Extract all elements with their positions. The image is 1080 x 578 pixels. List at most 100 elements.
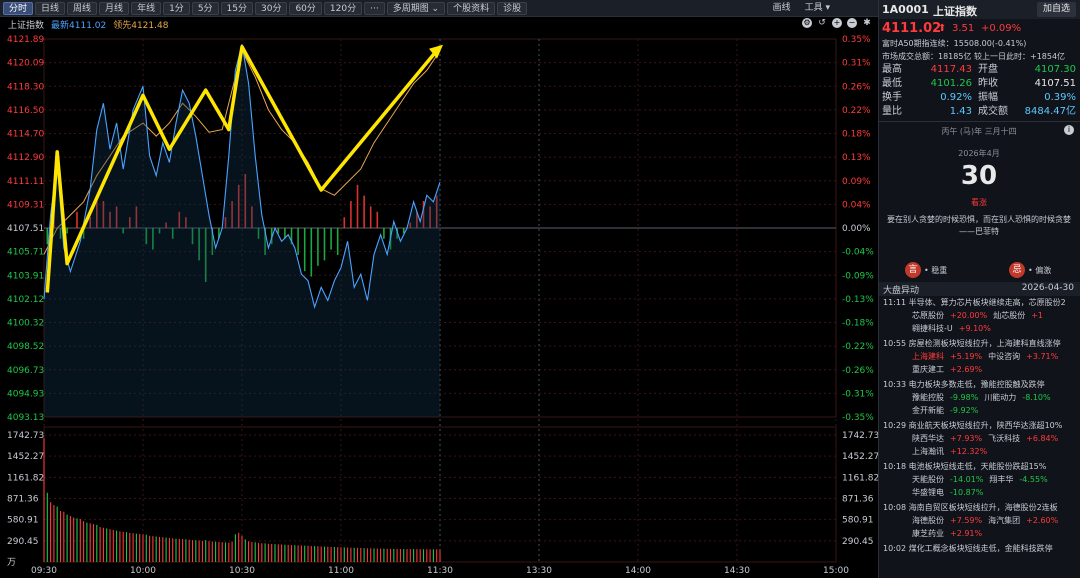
action-steady-label: • 稳重 xyxy=(924,265,948,275)
price-tick-label: 4093.13 xyxy=(7,413,44,423)
news-date: 2026-04-30 xyxy=(1021,283,1074,293)
pct-tick-label: -0.13% xyxy=(842,295,874,305)
legend-lead: 领先4121.48 xyxy=(113,21,169,31)
quote-value: 4101.26 xyxy=(930,78,972,89)
action-extreme-badge: 忌 xyxy=(1009,262,1025,278)
news-item[interactable]: 11:11 半导体、算力芯片板块继续走高，芯原股份2 芯原股份 +20.00% 灿芯股… xyxy=(879,296,1080,337)
quote-label: 量比 xyxy=(882,106,902,117)
tab-period[interactable]: 120分 xyxy=(323,2,363,15)
news-stock-line: 海德股份 +7.59% 海汽集团 +2.60% xyxy=(883,514,1080,527)
pct-tick-label: -0.35% xyxy=(842,413,874,423)
news-title: 大盘异动 xyxy=(883,286,920,296)
info-icon[interactable]: i xyxy=(1064,125,1074,135)
price-tick-label: 4103.91 xyxy=(7,271,44,281)
news-item[interactable]: 10:55 房屋检测板块短线拉升，上海建科直线涨停 上海建科 +5.19% 中设咨询 +… xyxy=(879,337,1080,378)
daily-quote: 要在别人贪婪的时候恐惧，而在别人恐惧的时候贪婪——巴菲特 xyxy=(887,215,1071,236)
news-headline: 10:33 电力板块多数走低，豫能控股触及跌停 xyxy=(883,380,1045,389)
period-tabs: 分时 日线 周线 月线 年线 1分 5分 15分 30分 60分 120分 ··· 多周期图 ⌄ 个股资料… xyxy=(3,2,528,15)
intraday-chart[interactable]: 4121.89 0.35% 4120.09 0.31% 4118.30 0.26% 4116… xyxy=(0,17,878,578)
news-headline: 10:08 海南自贸区板块短线拉升，海德股份2连板 xyxy=(883,503,1058,512)
news-stock-name: 海汽集团 xyxy=(988,516,1021,525)
news-stock-change: +2.60% xyxy=(1026,516,1059,525)
news-stock-change: +6.84% xyxy=(1026,434,1059,443)
news-stock-name: 川能动力 xyxy=(984,393,1017,402)
price-tick-label: 4098.52 xyxy=(7,342,44,352)
news-stock-line: 上海瀚讯 +12.32% xyxy=(883,445,1080,458)
price-tick-label: 4114.70 xyxy=(7,130,44,140)
time-tick-label: 13:30 xyxy=(526,566,552,576)
quote-value: 0.92% xyxy=(940,92,972,103)
quote-grid: 最高 4117.43 开盘 4107.30 最低 4101.26 昨收 4107.51 换手 0.… xyxy=(879,63,1080,119)
volume-tick-label-right: 1161.82 xyxy=(842,473,878,483)
news-stock-change: +20.00% xyxy=(950,311,988,320)
price-tick-label: 4111.11 xyxy=(7,177,44,187)
action-steady[interactable]: 言 • 稳重 xyxy=(905,262,947,278)
news-stock-line: 陕西华达 +7.93% 飞沃科技 +6.84% xyxy=(883,432,1080,445)
action-extreme-label: • 偏激 xyxy=(1028,265,1052,275)
sentiment-actions: 言 • 稳重 忌 • 偏激 xyxy=(879,259,1080,282)
news-item[interactable]: 10:02 煤化工概念板块短线走低，金能科技跌停 xyxy=(879,542,1080,557)
news-item[interactable]: 10:08 海南自贸区板块短线拉升，海德股份2连板 海德股份 +7.59% 海汽集团 +… xyxy=(879,501,1080,542)
tab-period[interactable]: 1分 xyxy=(163,2,190,15)
tab-period[interactable]: 年线 xyxy=(131,2,162,15)
news-stock-name: 陕西华达 xyxy=(912,434,944,443)
price-tick-label: 4100.32 xyxy=(7,319,44,329)
news-item[interactable]: 10:18 电池板块短线走低，天能股份跌超15% 天能股份 -14.01% 翔丰华 -4… xyxy=(879,460,1080,501)
tab-period[interactable]: 诊股 xyxy=(497,2,528,15)
action-extreme[interactable]: 忌 • 偏激 xyxy=(1009,262,1051,278)
pct-tick-label: -0.09% xyxy=(842,271,874,281)
zoom-in-icon[interactable]: + xyxy=(832,18,842,28)
news-stock-change: 上海建科 xyxy=(912,352,944,361)
news-stock-name: 重庆建工 xyxy=(912,365,944,374)
pct-tick-label: 0.22% xyxy=(842,106,871,116)
tab-period[interactable]: 15分 xyxy=(220,2,253,15)
pct-tick-label: 0.09% xyxy=(842,177,871,187)
news-item[interactable]: 10:33 电力板块多数走低，豫能控股触及跌停豫能控股 -9.98% 川能动力 -8.… xyxy=(879,378,1080,419)
tab-period[interactable]: 分时 xyxy=(3,2,34,15)
price-tick-label: 4094.93 xyxy=(7,389,44,399)
pct-tick-label: 0.00% xyxy=(842,224,871,234)
tab-period[interactable]: 多周期图 ⌄ xyxy=(386,2,446,15)
news-stock-change: -10.87% xyxy=(950,488,984,497)
zoom-out-icon[interactable]: − xyxy=(847,18,857,28)
stock-code: 1A0001 xyxy=(882,3,929,16)
price-change-pct: +0.09% xyxy=(981,23,1022,34)
news-item[interactable]: 10:29 商业航天板块短线拉升，陕西华达涨超10% 陕西华达 +7.93% 飞沃科技… xyxy=(879,419,1080,460)
tools-menu-button[interactable]: 工具 ▾ xyxy=(805,2,830,15)
news-stock-line: 华盛锂电 -10.87% xyxy=(883,486,1080,499)
tab-period[interactable]: ··· xyxy=(364,2,385,15)
tab-period[interactable]: 月线 xyxy=(99,2,130,15)
draw-line-button[interactable]: 画线 xyxy=(773,2,791,15)
tab-period[interactable]: 30分 xyxy=(255,2,288,15)
settings-icon[interactable]: ⚙ xyxy=(802,18,812,28)
stock-info-panel: 1A0001 上证指数 加自选 4111.02 ⬆ 3.51 +0.09% 富时… xyxy=(878,0,1080,578)
price-area-fill xyxy=(44,44,440,418)
price-tick-label: 4102.12 xyxy=(7,295,44,305)
news-stock-change: -14.01% xyxy=(950,475,984,484)
pct-tick-label: -0.18% xyxy=(842,319,874,329)
news-headline: 11:11 半导体、算力芯片板块继续走高，芯原股份2 xyxy=(883,298,1066,307)
tab-period[interactable]: 周线 xyxy=(67,2,98,15)
undo-icon[interactable]: ↺ xyxy=(817,18,827,28)
price-change: 3.51 xyxy=(952,23,975,34)
quote-value: 4117.43 xyxy=(930,64,972,75)
news-stock-name: 中设咨询 xyxy=(988,352,1021,361)
volume-tick-label-right: 1742.73 xyxy=(842,431,878,441)
tab-period[interactable]: 60分 xyxy=(289,2,322,15)
quote-label: 换手 xyxy=(882,92,902,103)
news-stock-change: +9.10% xyxy=(958,324,991,333)
news-stock-line: 豫能控股 -9.98% 川能动力 -8.10% xyxy=(883,391,1080,404)
price-tick-label: 4096.73 xyxy=(7,366,44,376)
time-tick-label: 14:30 xyxy=(724,566,750,576)
add-watchlist-button[interactable]: 加自选 xyxy=(1036,2,1076,17)
news-stock-change: -4.55% xyxy=(1019,475,1048,484)
pct-tick-label: 0.18% xyxy=(842,130,871,140)
calendar-card: 丙午 (马)年 三月十四 i 2026年4月 30 看涨 要在别人贪婪的时候恐惧… xyxy=(879,121,1080,259)
tab-period[interactable]: 5分 xyxy=(191,2,219,15)
gear-icon[interactable]: ✱ xyxy=(862,18,872,28)
volume-tick-label: 万 xyxy=(7,558,16,568)
tab-period[interactable]: 日线 xyxy=(35,2,66,15)
action-steady-badge: 言 xyxy=(905,262,921,278)
tab-period[interactable]: 个股资料 xyxy=(447,2,496,15)
time-tick-label: 10:30 xyxy=(229,566,255,576)
